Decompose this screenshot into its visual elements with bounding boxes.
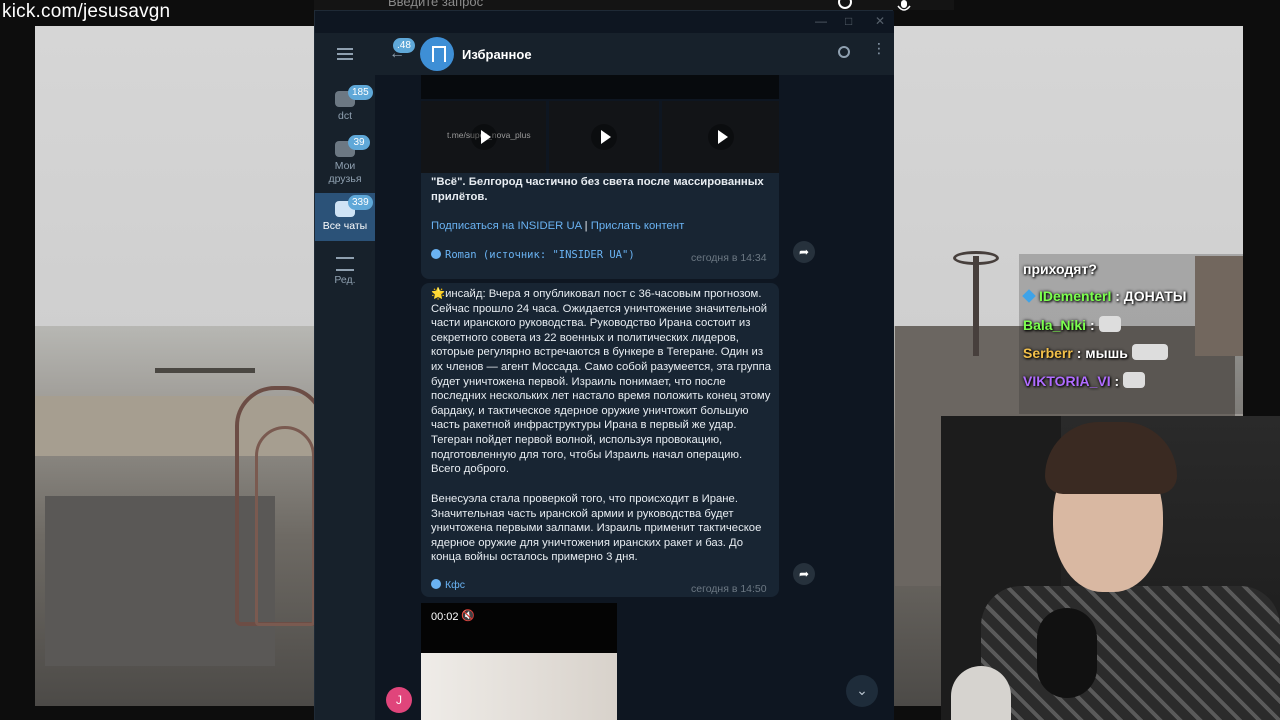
- mute-icon[interactable]: 🔇: [461, 609, 475, 622]
- message-author[interactable]: Roman (источник: "INSIDER UA"): [431, 249, 635, 261]
- forward-icon[interactable]: ➦: [793, 241, 815, 263]
- minimize-icon[interactable]: —: [815, 14, 827, 28]
- folder-sidebar: 185 dct 39 Мои друзья 339 Все чаты Ред.: [315, 33, 375, 720]
- webcam-feed: [941, 416, 1280, 720]
- menu-icon[interactable]: [337, 48, 353, 60]
- folder-edit[interactable]: Ред.: [315, 257, 375, 293]
- media-preview: [421, 75, 779, 99]
- telegram-window: — □ ✕ 185 dct 39 Мои друзья 339 Все чаты: [314, 10, 894, 720]
- message-bubble[interactable]: 🌟инсайд: Вчера я опубликовал пост с 36-ч…: [421, 283, 779, 597]
- chat-username: Serberr: [1023, 345, 1073, 361]
- stream-stage: kick.com/jesusavgn Введите запрос — □ ✕ …: [0, 0, 1280, 720]
- message-headline: "Всё". Белгород частично без света после…: [431, 176, 767, 203]
- message-bubble[interactable]: "Всё". Белгород частично без света после…: [421, 173, 779, 279]
- pier: [155, 368, 255, 373]
- user-icon: [431, 249, 441, 259]
- play-icon[interactable]: [707, 124, 734, 150]
- video-album: t.me/super_nova_plus: [421, 101, 779, 173]
- chat-line: приходят?: [1023, 261, 1097, 277]
- edit-filters-icon: [336, 257, 354, 271]
- play-icon[interactable]: [591, 124, 617, 150]
- roller-coaster-inner: [255, 426, 315, 626]
- message-time: сегодня в 14:50: [691, 583, 767, 595]
- close-icon[interactable]: ✕: [875, 14, 885, 28]
- window-titlebar: — □ ✕: [315, 11, 894, 33]
- message-list: t.me/super_nova_plus "Всё". Белгород час…: [375, 75, 894, 720]
- chat-line: IDementerI : ДОНАТЫ: [1022, 288, 1186, 304]
- chat-username: IDementerI: [1039, 288, 1112, 304]
- stream-chat-overlay: приходят? IDementerI : ДОНАТЫ Bala_Niki …: [1019, 254, 1243, 414]
- chat-line: VIKTORIA_VI :: [1023, 372, 1146, 389]
- chat-username: Bala_Niki: [1023, 317, 1087, 333]
- subscribe-link[interactable]: Подписаться на INSIDER UA: [431, 220, 582, 232]
- unread-badge: 339: [348, 195, 373, 210]
- back-unread-badge: .48: [393, 38, 415, 53]
- saved-messages-icon: [420, 37, 454, 71]
- badge-icon: [1022, 289, 1036, 303]
- search-icon[interactable]: [838, 46, 850, 58]
- user-icon: [431, 579, 441, 589]
- video-thumbnail[interactable]: [662, 101, 779, 173]
- emote-icon: [1123, 372, 1146, 388]
- unread-badge: 185: [348, 85, 373, 100]
- video-duration: 00:02: [431, 611, 459, 623]
- emote-icon: [1131, 344, 1168, 360]
- chat-header: ← .48 Избранное ⋮: [375, 33, 894, 75]
- chat-username: VIKTORIA_VI: [1023, 373, 1111, 389]
- message-author[interactable]: Кфс: [431, 579, 465, 591]
- microphone: [1037, 608, 1097, 698]
- browser-search-input[interactable]: Введите запрос: [388, 0, 483, 9]
- forward-icon[interactable]: ➦: [793, 563, 815, 585]
- microphone-icon[interactable]: [894, 0, 914, 14]
- chat-title[interactable]: Избранное: [462, 47, 532, 62]
- lamp: [951, 666, 1011, 720]
- folder-dct[interactable]: 185 dct: [315, 85, 375, 131]
- parachute-tower-top: [953, 251, 999, 265]
- maximize-icon[interactable]: □: [845, 14, 852, 28]
- play-icon[interactable]: [470, 124, 497, 150]
- folder-my-friends[interactable]: 39 Мои друзья: [315, 135, 375, 191]
- video-thumbnail[interactable]: t.me/super_nova_plus: [421, 101, 546, 173]
- video-frame: [421, 653, 617, 720]
- folder-label: Мои друзья: [328, 160, 362, 185]
- send-content-link[interactable]: Прислать контент: [591, 220, 685, 232]
- chat-line: Bala_Niki :: [1023, 316, 1121, 333]
- more-vert-icon[interactable]: ⋮: [872, 41, 886, 55]
- video-thumbnail[interactable]: [549, 101, 659, 173]
- folder-label: Ред.: [334, 274, 356, 286]
- scroll-down-icon[interactable]: ⌄: [846, 675, 878, 707]
- avatar[interactable]: J: [386, 687, 412, 713]
- link-separator: |: [584, 220, 588, 232]
- folder-label: Все чаты: [322, 220, 368, 232]
- unread-badge: 39: [348, 135, 370, 150]
- video-message[interactable]: 00:02 🔇: [421, 603, 617, 720]
- message-text-continued: Венесуэла стала проверкой того, что прои…: [431, 493, 765, 564]
- folder-label: dct: [337, 110, 352, 122]
- message-text: 🌟инсайд: Вчера я опубликовал пост с 36-ч…: [431, 288, 775, 476]
- folder-all-chats[interactable]: 339 Все чаты: [315, 193, 375, 241]
- emote-icon: [1098, 316, 1121, 332]
- streamer-body: [981, 586, 1280, 720]
- streamer-hair: [1045, 422, 1177, 494]
- message-time: сегодня в 14:34: [691, 252, 767, 264]
- parachute-tower: [973, 256, 979, 356]
- chat-line: Serberr : мышь: [1023, 344, 1168, 361]
- stream-url-overlay: kick.com/jesusavgn: [2, 1, 171, 22]
- message-links: Подписаться на INSIDER UA | Прислать кон…: [431, 219, 771, 234]
